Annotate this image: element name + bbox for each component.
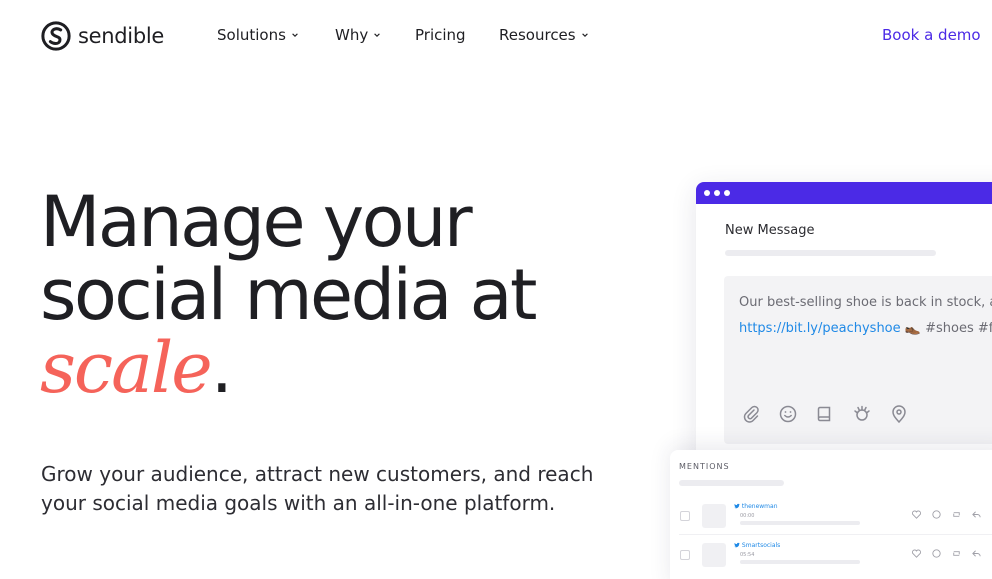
reply-icon[interactable] xyxy=(971,548,982,559)
mention-row[interactable]: Smartsocials 05:54 xyxy=(670,538,992,574)
message-text: Our best-selling shoe is back in stock, … xyxy=(739,295,992,310)
nav-resources-label: Resources xyxy=(499,26,576,44)
nav-why[interactable]: Why xyxy=(335,26,381,44)
mention-time: 00:00 xyxy=(740,513,755,519)
reply-icon[interactable] xyxy=(971,509,982,520)
shoe-emoji: 👞 xyxy=(904,321,921,336)
placeholder-bar xyxy=(740,521,860,525)
composer-mockup: New Message Our best-selling shoe is bac… xyxy=(696,182,992,482)
hero-line-3: scale. xyxy=(40,332,535,405)
nav-solutions-label: Solutions xyxy=(217,26,286,44)
book-icon[interactable] xyxy=(815,404,835,424)
nav-solutions[interactable]: Solutions xyxy=(217,26,299,44)
row-divider xyxy=(679,534,992,535)
row-checkbox[interactable] xyxy=(680,550,690,560)
composer-title: New Message xyxy=(725,223,815,238)
placeholder-bar xyxy=(725,250,936,256)
mention-actions xyxy=(911,548,982,559)
hero-period: . xyxy=(210,327,233,409)
attachment-icon[interactable] xyxy=(741,404,761,424)
chevron-down-icon xyxy=(581,33,588,37)
badge-icon[interactable] xyxy=(852,404,872,424)
message-textarea[interactable]: Our best-selling shoe is back in stock, … xyxy=(724,276,992,444)
logo-text: sendible xyxy=(78,24,165,48)
mentions-panel: MENTIONS thenewman 00:00 Smartsocials 05… xyxy=(670,450,992,579)
hero-headline: Manage your social media at scale. xyxy=(40,181,537,405)
composer-toolbar xyxy=(741,404,909,424)
nav-resources[interactable]: Resources xyxy=(499,26,589,44)
retweet-icon[interactable] xyxy=(951,548,962,559)
heart-icon[interactable] xyxy=(911,548,922,559)
hero-subtitle: Grow your audience, attract new customer… xyxy=(41,462,594,515)
chevron-down-icon xyxy=(292,33,298,37)
twitter-icon xyxy=(734,503,740,509)
window-dot xyxy=(704,190,710,196)
sendible-logo[interactable]: sendible xyxy=(41,20,164,52)
book-demo-link[interactable]: Book a demo xyxy=(882,26,981,44)
nav-why-label: Why xyxy=(335,26,369,44)
top-navigation: sendible Solutions Why Pricing Resources… xyxy=(0,0,992,72)
mention-author[interactable]: thenewman xyxy=(734,503,778,510)
mention-time: 05:54 xyxy=(740,552,755,558)
sendible-logo-icon xyxy=(41,21,71,51)
message-line-2: https://bit.ly/peachyshoe 👞 #shoes #fas xyxy=(739,316,992,342)
chevron-down-icon xyxy=(374,33,381,37)
twitter-icon xyxy=(734,542,740,548)
avatar xyxy=(702,504,726,528)
mention-row[interactable]: thenewman 00:00 xyxy=(670,499,992,535)
mention-author-name: thenewman xyxy=(741,503,778,510)
placeholder-bar xyxy=(679,480,784,486)
location-icon[interactable] xyxy=(889,404,909,424)
avatar xyxy=(702,543,726,567)
window-title-bar xyxy=(696,182,992,204)
nav-pricing[interactable]: Pricing xyxy=(415,26,466,44)
hero-accent-word: scale xyxy=(40,327,213,409)
placeholder-bar xyxy=(740,560,860,564)
window-dot xyxy=(714,190,720,196)
mentions-label: MENTIONS xyxy=(679,462,730,471)
row-checkbox[interactable] xyxy=(680,511,690,521)
hero-line-2: social media at xyxy=(40,254,537,336)
retweet-icon[interactable] xyxy=(951,509,962,520)
hero-line-1: Manage your xyxy=(40,181,473,263)
heart-icon[interactable] xyxy=(911,509,922,520)
window-dot xyxy=(724,190,730,196)
nav-pricing-label: Pricing xyxy=(415,26,466,44)
smile-icon[interactable] xyxy=(931,548,942,559)
message-content: Our best-selling shoe is back in stock, … xyxy=(739,290,992,342)
mention-actions xyxy=(911,509,982,520)
smile-icon[interactable] xyxy=(931,509,942,520)
emoji-icon[interactable] xyxy=(778,404,798,424)
mention-author[interactable]: Smartsocials xyxy=(734,542,780,549)
message-link[interactable]: https://bit.ly/peachyshoe xyxy=(739,321,901,336)
message-hashtags: #shoes #fas xyxy=(925,321,992,336)
mention-author-name: Smartsocials xyxy=(741,542,781,549)
